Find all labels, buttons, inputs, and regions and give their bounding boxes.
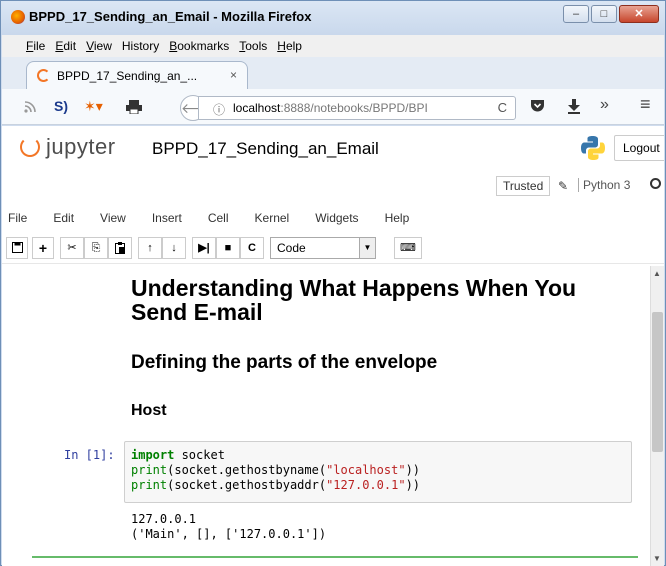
heading-2: Defining the parts of the envelope <box>131 352 438 373</box>
cell-type-value: Code <box>277 241 306 255</box>
download-icon[interactable] <box>568 99 580 114</box>
input-prompt: In [1]: <box>64 448 115 462</box>
navigation-toolbar: S) ✶▾ 🡐 ⓘ localhost:8888/notebooks/BPPD/… <box>2 89 664 125</box>
window-controls: – □ ✕ <box>563 5 659 23</box>
tab-close-icon[interactable]: × <box>230 68 237 82</box>
chevron-down-icon: ▼ <box>359 238 375 258</box>
logout-button[interactable]: Logout <box>614 135 664 161</box>
menu-bookmarks[interactable]: Bookmarks <box>169 39 229 53</box>
jupyter-header: jupyter BPPD_17_Sending_an_Email Logout <box>2 126 664 166</box>
tab-strip: BPPD_17_Sending_an_... × <box>2 57 664 89</box>
restart-kernel-icon[interactable]: C <box>240 237 264 259</box>
minimize-button[interactable]: – <box>563 5 589 23</box>
kernel-name: Python 3 <box>578 178 630 192</box>
url-text[interactable]: localhost:8888/notebooks/BPPD/BPI <box>233 101 473 115</box>
jupyter-menu-widgets[interactable]: Widgets <box>315 211 358 225</box>
code-cell[interactable]: import socket print(socket.gethostbyname… <box>124 441 632 503</box>
hamburger-menu-icon[interactable]: ≡ <box>640 94 651 115</box>
heading-1: Understanding What Happens When You Send… <box>131 275 577 325</box>
jupyter-menu-kernel[interactable]: Kernel <box>255 211 290 225</box>
jupyter-toolbar: + ✂ ⎘ ↑ ↓ ▶| ■ C Code ▼ ⌨ <box>2 234 664 264</box>
reload-icon[interactable]: C <box>498 100 507 115</box>
scroll-up-icon[interactable]: ▲ <box>653 269 661 278</box>
jupyter-logo-text[interactable]: jupyter <box>46 134 116 160</box>
url-bar[interactable]: ⓘ localhost:8888/notebooks/BPPD/BPI C <box>198 96 516 120</box>
menu-help[interactable]: Help <box>277 39 302 53</box>
jupyter-menu-help[interactable]: Help <box>385 211 410 225</box>
maximize-button[interactable]: □ <box>591 5 617 23</box>
menu-edit[interactable]: Edit <box>55 39 76 53</box>
rss-icon[interactable] <box>24 101 36 113</box>
jupyter-menu-view[interactable]: View <box>100 211 126 225</box>
copy-icon[interactable]: ⎘ <box>84 237 108 259</box>
firefox-logo-icon <box>11 10 25 24</box>
close-window-button[interactable]: ✕ <box>619 5 659 23</box>
move-down-icon[interactable]: ↓ <box>162 237 186 259</box>
menu-tools[interactable]: Tools <box>239 39 267 53</box>
output-line-1: 127.0.0.1 <box>131 512 197 526</box>
window-title: BPPD_17_Sending_an_Email - Mozilla Firef… <box>29 9 312 24</box>
heading-3: Host <box>131 402 167 419</box>
selected-cell-border[interactable] <box>32 556 638 566</box>
notebook-container: Understanding What Happens When You Send… <box>2 266 664 566</box>
python-logo-icon <box>581 136 605 160</box>
vertical-scrollbar[interactable]: ▲ ▼ <box>650 266 664 566</box>
code-line-1: import socket <box>131 448 225 462</box>
menu-file[interactable]: File <box>26 39 45 53</box>
scroll-down-icon[interactable]: ▼ <box>653 554 661 563</box>
trusted-badge[interactable]: Trusted <box>496 176 551 196</box>
keyboard-icon[interactable]: ⌨ <box>394 237 422 259</box>
code-line-3: print(socket.gethostbyaddr("127.0.0.1")) <box>131 478 421 492</box>
tab-notebook[interactable]: BPPD_17_Sending_an_... × <box>26 61 248 89</box>
stop-icon[interactable]: ■ <box>216 237 240 259</box>
jupyter-menu-file[interactable]: File <box>8 211 27 225</box>
save-icon[interactable] <box>6 237 28 259</box>
cell-output: 127.0.0.1 ('Main', [], ['127.0.0.1']) <box>131 512 326 542</box>
title-bar: BPPD_17_Sending_an_Email - Mozilla Firef… <box>1 1 665 35</box>
jupyter-menu-cell[interactable]: Cell <box>208 211 229 225</box>
run-cell-icon[interactable]: ▶| <box>192 237 216 259</box>
cell-type-select[interactable]: Code ▼ <box>270 237 376 259</box>
menu-bar: File Edit View History Bookmarks Tools H… <box>2 35 664 57</box>
paste-icon[interactable] <box>108 237 132 259</box>
jupyter-menu-edit[interactable]: Edit <box>53 211 74 225</box>
menu-view[interactable]: View <box>86 39 112 53</box>
edit-pencil-icon[interactable]: ✎ <box>558 179 568 193</box>
jupyter-menu-insert[interactable]: Insert <box>152 211 182 225</box>
add-cell-button[interactable]: + <box>32 237 54 259</box>
jupyter-menu-bar: File Edit View Insert Cell Kernel Widget… <box>2 206 664 230</box>
jupyter-page: jupyter BPPD_17_Sending_an_Email Logout … <box>2 126 664 566</box>
kernel-status-row: Trusted ✎ Python 3 <box>2 172 664 198</box>
kernel-idle-indicator-icon <box>650 178 661 189</box>
output-line-2: ('Main', [], ['127.0.0.1']) <box>131 527 327 541</box>
scrollbar-thumb[interactable] <box>652 312 663 452</box>
addon-icon[interactable]: ✶▾ <box>84 98 103 115</box>
cut-icon[interactable]: ✂ <box>60 237 84 259</box>
close-icon: ✕ <box>634 8 644 20</box>
info-icon[interactable]: ⓘ <box>213 101 225 118</box>
firefox-window: BPPD_17_Sending_an_Email - Mozilla Firef… <box>0 0 666 566</box>
move-up-icon[interactable]: ↑ <box>138 237 162 259</box>
print-icon[interactable] <box>126 100 142 114</box>
jupyter-logo-icon[interactable] <box>20 137 40 157</box>
notebook-name[interactable]: BPPD_17_Sending_an_Email <box>152 139 379 159</box>
s-icon[interactable]: S) <box>54 98 68 114</box>
loading-spinner-icon <box>37 69 50 82</box>
overflow-chevron-icon[interactable]: » <box>600 96 609 114</box>
maximize-icon: □ <box>600 8 608 20</box>
tab-title: BPPD_17_Sending_an_... <box>57 69 198 83</box>
menu-history[interactable]: History <box>122 39 159 53</box>
code-line-2: print(socket.gethostbyname("localhost")) <box>131 463 421 477</box>
minimize-icon: – <box>572 8 580 20</box>
pocket-icon[interactable] <box>530 99 545 113</box>
